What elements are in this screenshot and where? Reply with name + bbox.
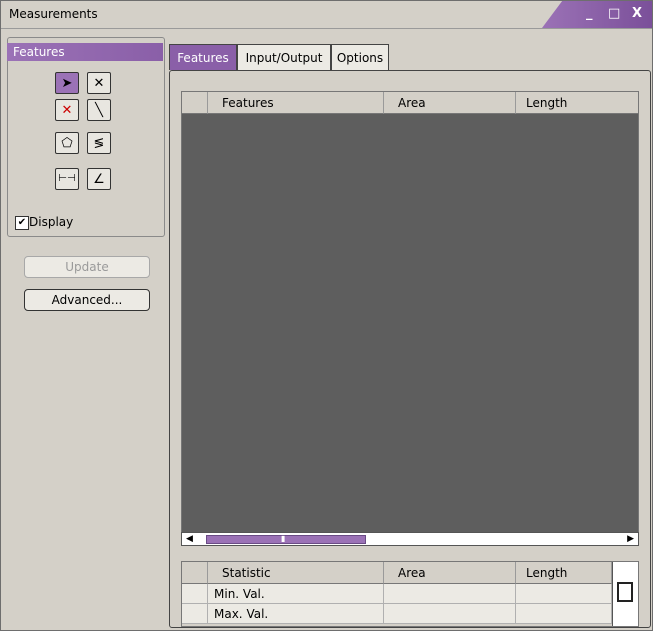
maximize-icon[interactable]: □ <box>608 7 620 21</box>
delete-all-button[interactable]: ✕ <box>55 99 79 121</box>
select-arrow-icon: ➤ <box>61 75 73 91</box>
statistics-table[interactable]: Statistic Area Length Min. Val. Max. Val… <box>181 561 639 627</box>
column-header-area[interactable]: Area <box>384 92 516 114</box>
window-title: Measurements <box>9 7 98 21</box>
column-header-length[interactable]: Length <box>516 92 638 114</box>
freehand-tool-button[interactable]: ≶ <box>87 132 111 154</box>
scroll-grip-icon: ▮ <box>281 534 286 543</box>
update-button[interactable]: Update <box>24 256 150 278</box>
stats-cell-min-length <box>516 584 612 604</box>
stats-cell-max-label: Max. Val. <box>208 604 384 624</box>
title-bar-buttons: _ □ X <box>542 1 652 28</box>
stats-vertical-scrollbar[interactable] <box>612 562 638 626</box>
features-table[interactable]: Features Area Length <box>181 91 639 545</box>
display-label: Display <box>29 215 74 229</box>
features-toolbox <box>7 37 165 237</box>
stats-column-header-statistic[interactable]: Statistic <box>208 562 384 584</box>
tab-options[interactable]: Options <box>331 44 389 70</box>
display-checkbox[interactable]: ✔ <box>15 216 29 230</box>
features-toolbox-header: Features <box>7 43 163 61</box>
title-bar[interactable]: Measurements _ □ X <box>1 1 652 29</box>
red-x-icon: ✕ <box>61 102 73 118</box>
scroll-thumb[interactable]: ▮ <box>206 534 366 544</box>
column-header-features[interactable]: Features <box>208 92 384 114</box>
row-selector-header <box>182 92 208 114</box>
distance-tool-button[interactable]: ⊢⊣ <box>55 168 79 190</box>
tab-input-output[interactable]: Input/Output <box>237 44 331 70</box>
line-tool-button[interactable]: ╲ <box>87 99 111 121</box>
scroll-right-icon[interactable]: ▶ <box>627 533 634 545</box>
angle-icon: ∠ <box>93 171 105 187</box>
polygon-icon: ⬠ <box>61 135 73 151</box>
minimize-icon[interactable]: _ <box>586 7 593 21</box>
angle-tool-button[interactable]: ∠ <box>87 168 111 190</box>
stats-row-selector-header <box>182 562 208 584</box>
stats-scroll-thumb[interactable] <box>617 582 633 602</box>
stats-column-header-area[interactable]: Area <box>384 562 516 584</box>
delete-feature-button[interactable]: ✕ <box>87 72 111 94</box>
stats-cell-max-area <box>384 604 516 624</box>
close-icon[interactable]: X <box>632 7 642 21</box>
horizontal-scrollbar[interactable]: ◀ ▮ ▶ <box>181 532 639 546</box>
stats-column-header-length[interactable]: Length <box>516 562 612 584</box>
stats-row-selector[interactable] <box>182 604 208 624</box>
select-arrow-button[interactable]: ➤ <box>55 72 79 94</box>
measurements-window: Measurements _ □ X Features ➤ ✕ ✕ ╲ ⬠ ≶ … <box>0 0 653 631</box>
freehand-curve-icon: ≶ <box>93 135 105 151</box>
stats-cell-min-label: Min. Val. <box>208 584 384 604</box>
delete-x-icon: ✕ <box>93 75 105 91</box>
scroll-left-icon[interactable]: ◀ <box>186 533 193 545</box>
polygon-tool-button[interactable]: ⬠ <box>55 132 79 154</box>
horizontal-distance-icon: ⊢⊣ <box>58 173 76 184</box>
advanced-button[interactable]: Advanced... <box>24 289 150 311</box>
line-icon: ╲ <box>95 102 103 118</box>
tab-features[interactable]: Features <box>169 44 237 70</box>
stats-cell-max-length <box>516 604 612 624</box>
stats-cell-min-area <box>384 584 516 604</box>
stats-row-selector[interactable] <box>182 584 208 604</box>
